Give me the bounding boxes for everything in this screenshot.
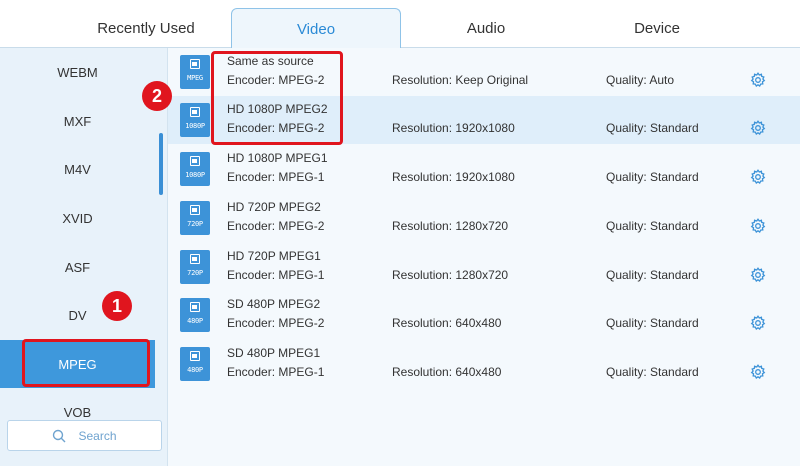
preset-row-hd-1080p-mpeg1[interactable]: 1080P HD 1080P MPEG1 Encoder: MPEG-1 Res… bbox=[168, 145, 800, 193]
annotation-highlight-mpeg bbox=[22, 339, 150, 387]
preset-resolution: Resolution: 1280x720 bbox=[392, 219, 509, 233]
tab-video[interactable]: Video bbox=[231, 8, 401, 49]
format-icon-label: 1080P bbox=[185, 122, 205, 130]
preset-encoder: Encoder: MPEG-2 bbox=[227, 219, 325, 233]
preset-resolution: Resolution: 1280x720 bbox=[392, 268, 509, 282]
gear-icon[interactable] bbox=[750, 169, 766, 185]
preset-quality: Quality: Standard bbox=[606, 121, 699, 135]
step-badge-2: 2 bbox=[142, 81, 172, 111]
sidebar-item-m4v[interactable]: M4V bbox=[0, 145, 155, 193]
format-icon-label: 480P bbox=[187, 366, 203, 374]
film-icon: 720P bbox=[180, 250, 210, 284]
preset-resolution: Resolution: 1920x1080 bbox=[392, 121, 515, 135]
format-icon-label: 480P bbox=[187, 317, 203, 325]
preset-quality: Quality: Standard bbox=[606, 365, 699, 379]
preset-encoder: Encoder: MPEG-1 bbox=[227, 170, 325, 184]
tab-device[interactable]: Device bbox=[572, 8, 742, 49]
preset-name: HD 1080P MPEG1 bbox=[227, 151, 328, 165]
preset-quality: Quality: Standard bbox=[606, 170, 699, 184]
film-icon: 720P bbox=[180, 201, 210, 235]
preset-resolution: Resolution: Keep Original bbox=[392, 73, 529, 87]
sidebar-item-mxf[interactable]: MXF bbox=[0, 97, 155, 145]
format-tabs: Recently Used Video Audio Device bbox=[0, 0, 800, 49]
format-icon-label: MPEG bbox=[187, 74, 203, 82]
preset-encoder: Encoder: MPEG-1 bbox=[227, 268, 325, 282]
annotation-highlight-presets bbox=[211, 51, 343, 145]
preset-name: SD 480P MPEG2 bbox=[227, 297, 321, 311]
film-icon: 480P bbox=[180, 298, 210, 332]
gear-icon[interactable] bbox=[750, 364, 766, 380]
tab-audio[interactable]: Audio bbox=[400, 8, 572, 49]
format-icon-label: 720P bbox=[187, 269, 203, 277]
preset-resolution: Resolution: 640x480 bbox=[392, 316, 502, 330]
format-icon-label: 720P bbox=[187, 220, 203, 228]
preset-row-hd-720p-mpeg2[interactable]: 720P HD 720P MPEG2 Encoder: MPEG-2 Resol… bbox=[168, 194, 800, 242]
gear-icon[interactable] bbox=[750, 218, 766, 234]
format-sidebar: WEBM MXF M4V XVID ASF DV MPEG VOB Search bbox=[0, 48, 168, 466]
preset-name: SD 480P MPEG1 bbox=[227, 346, 321, 360]
preset-resolution: Resolution: 1920x1080 bbox=[392, 170, 515, 184]
preset-resolution: Resolution: 640x480 bbox=[392, 365, 502, 379]
sidebar-item-asf[interactable]: ASF bbox=[0, 243, 155, 291]
film-icon: MPEG bbox=[180, 55, 210, 89]
sidebar-item-dv[interactable]: DV bbox=[0, 291, 155, 339]
preset-name: HD 720P MPEG2 bbox=[227, 200, 321, 214]
sidebar-item-webm[interactable]: WEBM bbox=[0, 48, 155, 96]
preset-row-hd-720p-mpeg1[interactable]: 720P HD 720P MPEG1 Encoder: MPEG-1 Resol… bbox=[168, 243, 800, 291]
gear-icon[interactable] bbox=[750, 267, 766, 283]
step-badge-1: 1 bbox=[102, 291, 132, 321]
film-icon: 1080P bbox=[180, 103, 210, 137]
gear-icon[interactable] bbox=[750, 72, 766, 88]
preset-row-sd-480p-mpeg2[interactable]: 480P SD 480P MPEG2 Encoder: MPEG-2 Resol… bbox=[168, 291, 800, 339]
preset-row-sd-480p-mpeg1[interactable]: 480P SD 480P MPEG1 Encoder: MPEG-1 Resol… bbox=[168, 340, 800, 388]
preset-quality: Quality: Standard bbox=[606, 219, 699, 233]
preset-encoder: Encoder: MPEG-2 bbox=[227, 316, 325, 330]
sidebar-scrollbar[interactable] bbox=[159, 133, 163, 195]
preset-name: HD 720P MPEG1 bbox=[227, 249, 321, 263]
film-icon: 1080P bbox=[180, 152, 210, 186]
film-icon: 480P bbox=[180, 347, 210, 381]
format-icon-label: 1080P bbox=[185, 171, 205, 179]
preset-encoder: Encoder: MPEG-1 bbox=[227, 365, 325, 379]
preset-quality: Quality: Standard bbox=[606, 316, 699, 330]
sidebar-item-xvid[interactable]: XVID bbox=[0, 194, 155, 242]
search-icon bbox=[53, 429, 66, 442]
gear-icon[interactable] bbox=[750, 120, 766, 136]
search-placeholder: Search bbox=[78, 428, 117, 443]
tab-recently-used[interactable]: Recently Used bbox=[46, 8, 246, 49]
gear-icon[interactable] bbox=[750, 315, 766, 331]
search-input[interactable]: Search bbox=[7, 420, 162, 451]
preset-quality: Quality: Auto bbox=[606, 73, 675, 87]
preset-quality: Quality: Standard bbox=[606, 268, 699, 282]
